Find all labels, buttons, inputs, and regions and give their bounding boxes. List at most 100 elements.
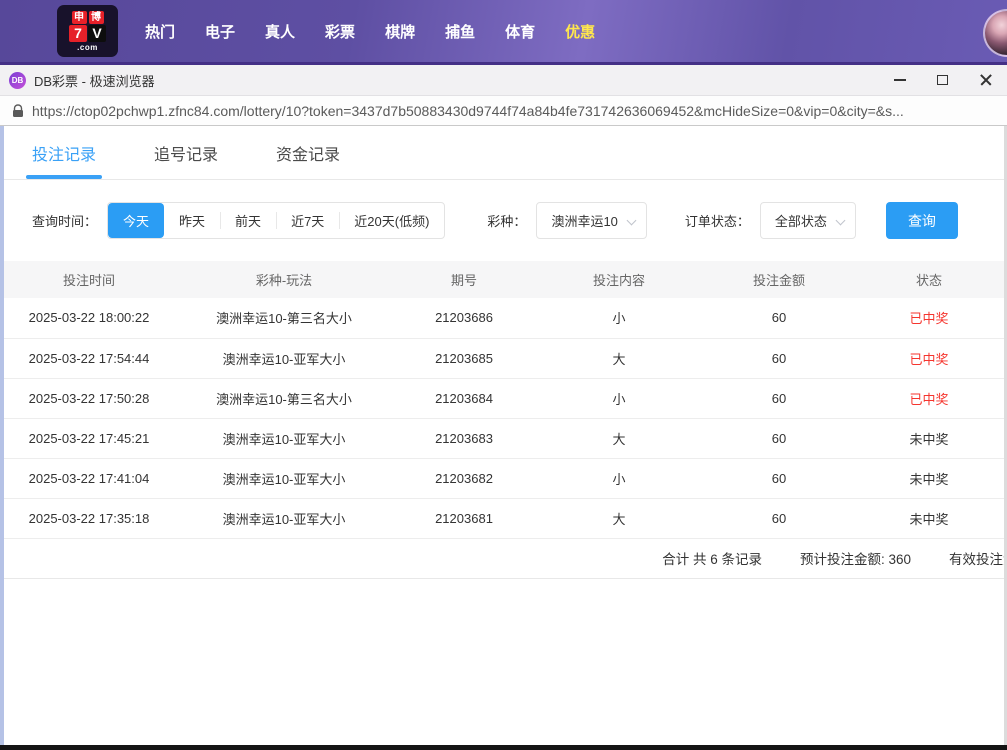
cell-bet-amount: 60 [704,418,854,458]
user-avatar[interactable] [983,9,1007,57]
time-option-day-before[interactable]: 前天 [220,203,276,238]
window-controls [878,65,1007,95]
order-status-label: 订单状态： [685,211,750,230]
site-favicon: DB [9,72,26,89]
tab-chase-records[interactable]: 追号记录 [154,141,218,179]
status-badge: 未中奖 [854,458,1004,498]
logo-chip-shen: 申 [72,11,87,24]
window-title: DB彩票 - 极速浏览器 [34,71,155,90]
tab-chase-records-label: 追号记录 [154,147,218,164]
col-bet-amount: 投注金额 [704,261,854,298]
casino-top-nav: 申 博 7 V .com 热门 电子 真人 彩票 棋牌 捕鱼 体育 优惠 [0,0,1007,62]
logo-com-text: .com [77,43,98,52]
cell-bet-time: 2025-03-22 17:50:28 [4,378,174,418]
cell-bet-time: 2025-03-22 17:54:44 [4,338,174,378]
cell-bet-content: 小 [534,458,704,498]
status-badge: 未中奖 [854,498,1004,538]
time-option-today[interactable]: 今天 [108,203,164,238]
table-row: 2025-03-22 17:54:44 澳洲幸运10-亚军大小 21203685… [4,338,1004,378]
nav-item-promos[interactable]: 优惠 [565,21,595,42]
logo-mid-row: 7 V [69,25,106,42]
logo-chip-7: 7 [69,25,87,42]
nav-item-lottery[interactable]: 彩票 [325,21,355,42]
nav-item-live[interactable]: 真人 [265,21,295,42]
cell-bet-amount: 60 [704,298,854,338]
order-status-select[interactable]: 全部状态 [760,202,856,239]
valid-amount-text: 有效投注金额 [949,548,1007,568]
brand-logo[interactable]: 申 博 7 V .com [57,5,118,57]
cell-issue: 21203682 [394,458,534,498]
search-button[interactable]: 查询 [886,202,958,239]
col-game-play: 彩种-玩法 [174,261,394,298]
cell-game-play: 澳洲幸运10-亚军大小 [174,498,394,538]
lottery-filter-label: 彩种： [487,211,526,230]
table-row: 2025-03-22 17:45:21 澳洲幸运10-亚军大小 21203683… [4,418,1004,458]
order-status-value: 全部状态 [775,211,827,230]
status-badge: 已中奖 [854,338,1004,378]
nav-item-hot[interactable]: 热门 [145,21,175,42]
url-text: https://ctop02pchwp1.zfnc84.com/lottery/… [32,103,904,119]
cell-bet-content: 小 [534,378,704,418]
tab-bet-records-label: 投注记录 [32,147,96,164]
lock-icon [12,104,24,118]
time-option-7days[interactable]: 近7天 [276,203,339,238]
lottery-select[interactable]: 澳洲幸运10 [536,202,646,239]
col-bet-time: 投注时间 [4,261,174,298]
status-badge: 已中奖 [854,378,1004,418]
record-tabs: 投注记录 追号记录 资金记录 [4,126,1004,180]
cell-bet-content: 大 [534,338,704,378]
cell-issue: 21203684 [394,378,534,418]
cell-bet-time: 2025-03-22 18:00:22 [4,298,174,338]
total-records-text: 合计 共 6 条记录 [662,548,762,568]
maximize-button[interactable] [921,65,964,95]
nav-item-cards[interactable]: 棋牌 [385,21,415,42]
cell-game-play: 澳洲幸运10-第三名大小 [174,298,394,338]
col-bet-content: 投注内容 [534,261,704,298]
cell-game-play: 澳洲幸运10-第三名大小 [174,378,394,418]
col-status: 状态 [854,261,1004,298]
page-content: 投注记录 追号记录 资金记录 查询时间： 今天 昨天 前天 近7天 近20天(低… [0,126,1007,745]
cell-issue: 21203681 [394,498,534,538]
active-tab-underline [26,175,102,179]
bottom-edge-bar [0,745,1007,750]
logo-chip-v: V [88,25,106,42]
minimize-icon [894,79,906,81]
close-button[interactable] [964,65,1007,95]
lottery-select-value: 澳洲幸运10 [551,211,617,230]
cell-bet-amount: 60 [704,458,854,498]
chevron-down-icon [626,216,636,226]
browser-title-bar: DB DB彩票 - 极速浏览器 [0,65,1007,96]
nav-item-slots[interactable]: 电子 [205,21,235,42]
address-bar[interactable]: https://ctop02pchwp1.zfnc84.com/lottery/… [0,96,1007,126]
status-badge: 未中奖 [854,418,1004,458]
table-row: 2025-03-22 17:41:04 澳洲幸运10-亚军大小 21203682… [4,458,1004,498]
cell-bet-time: 2025-03-22 17:35:18 [4,498,174,538]
tab-bet-records[interactable]: 投注记录 [32,141,96,179]
minimize-button[interactable] [878,65,921,95]
time-filter-label: 查询时间： [32,211,97,230]
table-row: 2025-03-22 18:00:22 澳洲幸运10-第三名大小 2120368… [4,298,1004,338]
cell-bet-content: 大 [534,498,704,538]
table-row: 2025-03-22 17:35:18 澳洲幸运10-亚军大小 21203681… [4,498,1004,538]
filter-row: 查询时间： 今天 昨天 前天 近7天 近20天(低频) 彩种： 澳洲幸运10 订… [4,202,1004,239]
table-header-row: 投注时间 彩种-玩法 期号 投注内容 投注金额 状态 [4,261,1004,298]
cell-bet-content: 大 [534,418,704,458]
cell-game-play: 澳洲幸运10-亚军大小 [174,458,394,498]
chevron-down-icon [835,216,845,226]
cell-bet-amount: 60 [704,498,854,538]
nav-item-fishing[interactable]: 捕鱼 [445,21,475,42]
cell-bet-time: 2025-03-22 17:45:21 [4,418,174,458]
logo-chip-bo: 博 [89,11,104,24]
time-option-yesterday[interactable]: 昨天 [164,203,220,238]
cell-bet-amount: 60 [704,338,854,378]
time-option-20days[interactable]: 近20天(低频) [339,203,444,238]
expected-amount-text: 预计投注金额: 360 [800,548,911,568]
cell-bet-amount: 60 [704,378,854,418]
casino-nav-menu: 热门 电子 真人 彩票 棋牌 捕鱼 体育 优惠 [130,21,610,42]
time-range-group: 今天 昨天 前天 近7天 近20天(低频) [107,202,445,239]
table-row: 2025-03-22 17:50:28 澳洲幸运10-第三名大小 2120368… [4,378,1004,418]
cell-bet-content: 小 [534,298,704,338]
nav-item-sports[interactable]: 体育 [505,21,535,42]
tab-fund-records[interactable]: 资金记录 [276,141,340,179]
cell-game-play: 澳洲幸运10-亚军大小 [174,338,394,378]
